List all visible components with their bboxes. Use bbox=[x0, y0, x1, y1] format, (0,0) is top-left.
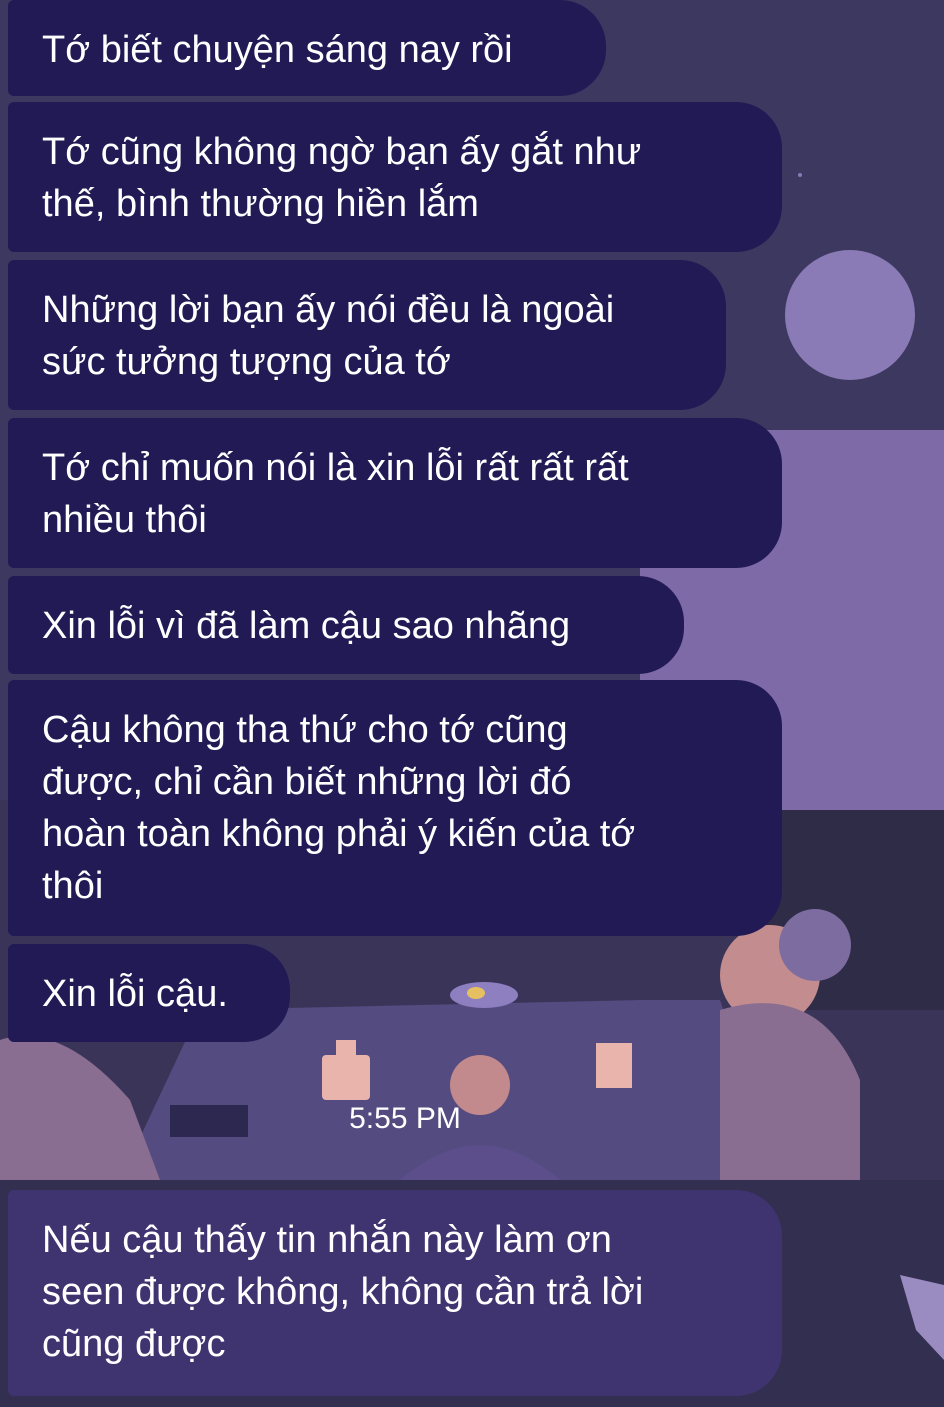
message-bubble[interactable]: Tớ chỉ muốn nói là xin lỗi rất rất rất n… bbox=[8, 418, 782, 568]
message-bubble[interactable]: Cậu không tha thứ cho tớ cũng được, chỉ … bbox=[8, 680, 782, 936]
message-bubble[interactable]: Tớ cũng không ngờ bạn ấy gắt như thế, bì… bbox=[8, 102, 782, 252]
message-list[interactable]: Tớ biết chuyện sáng nay rồi Tớ cũng khôn… bbox=[0, 0, 944, 1407]
message-bubble[interactable]: Những lời bạn ấy nói đều là ngoài sức tư… bbox=[8, 260, 726, 410]
message-bubble[interactable]: Xin lỗi vì đã làm cậu sao nhãng bbox=[8, 576, 684, 674]
message-bubble[interactable]: Xin lỗi cậu. bbox=[8, 944, 290, 1042]
message-bubble[interactable]: Tớ biết chuyện sáng nay rồi bbox=[8, 0, 606, 96]
message-bubble[interactable]: Nếu cậu thấy tin nhắn này làm ơn seen đư… bbox=[8, 1190, 782, 1396]
message-timestamp: 5:55 PM bbox=[349, 1102, 461, 1135]
